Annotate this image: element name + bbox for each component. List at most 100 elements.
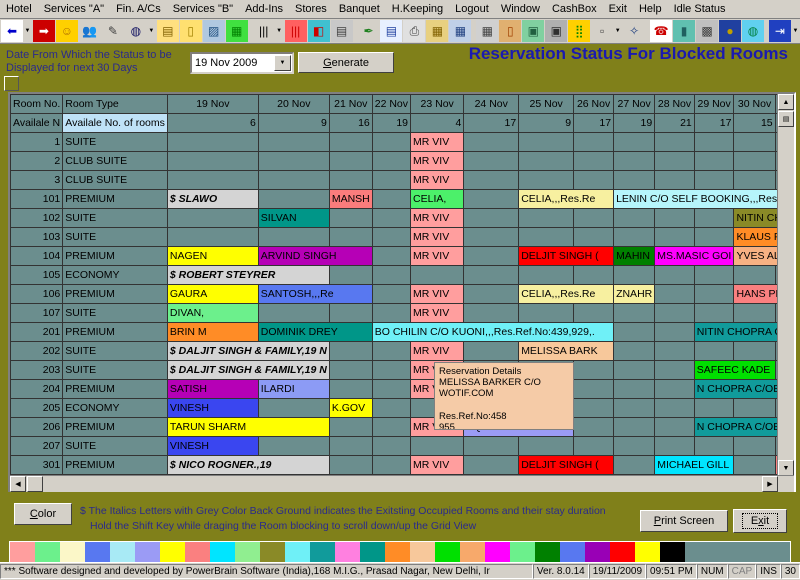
booking-cell[interactable]: K.GOV [328, 398, 373, 418]
empty-cell[interactable] [693, 398, 735, 418]
empty-cell[interactable] [257, 303, 330, 323]
color-swatch-21[interactable] [535, 542, 560, 562]
color-swatch-13[interactable] [335, 542, 360, 562]
empty-cell[interactable] [654, 265, 695, 285]
empty-cell[interactable] [733, 303, 776, 323]
color-swatch-10[interactable] [260, 542, 285, 562]
booking-cell[interactable]: MR VIV [410, 227, 465, 247]
menu-item-fin-a-cs[interactable]: Fin. A/Cs [110, 2, 167, 16]
color-swatch-22[interactable] [560, 542, 585, 562]
color-swatch-4[interactable] [110, 542, 135, 562]
barcode-icon[interactable]: ||| [252, 20, 275, 42]
column-header-22-nov[interactable]: 22 Nov [371, 94, 412, 114]
empty-cell[interactable] [573, 398, 615, 418]
empty-cell[interactable] [328, 132, 373, 152]
calculator-icon[interactable]: ▦ [426, 20, 449, 42]
empty-cell[interactable] [613, 227, 656, 247]
empty-cell[interactable] [328, 170, 373, 190]
empty-cell[interactable] [257, 189, 330, 209]
empty-cell[interactable] [573, 227, 615, 247]
table-row[interactable]: 1 SUITE MR VIV [10, 132, 794, 152]
dropdown-arrow-icon[interactable]: ▼ [791, 21, 800, 41]
menu-item-exit[interactable]: Exit [603, 2, 633, 16]
color-swatch-25[interactable] [635, 542, 660, 562]
empty-cell[interactable] [613, 379, 656, 399]
table-row[interactable]: 203 SUITE $ DALJIT SINGH & FAMILY,19 N MR V… [10, 360, 794, 380]
empty-cell[interactable] [613, 170, 656, 190]
empty-cell[interactable] [613, 436, 656, 456]
empty-cell[interactable] [371, 151, 412, 171]
table-row[interactable]: 201 PREMIUM BRIN M DOMINIK DREY BO CHILIN C/… [10, 322, 794, 342]
empty-cell[interactable] [573, 132, 615, 152]
empty-cell[interactable] [371, 208, 412, 228]
booking-cell[interactable]: MELISSA BARK [518, 341, 615, 361]
empty-cell[interactable] [654, 379, 695, 399]
empty-cell[interactable] [257, 170, 330, 190]
booking-cell[interactable]: $ ROBERT STEYRER [166, 265, 330, 285]
empty-cell[interactable] [463, 132, 520, 152]
booking-cell[interactable]: CELIA, [410, 189, 465, 209]
empty-cell[interactable] [518, 132, 575, 152]
empty-cell[interactable] [613, 208, 656, 228]
group-icon[interactable]: 👥 [78, 20, 101, 42]
booking-cell[interactable]: VINESH [166, 436, 259, 456]
table-icon[interactable]: ▦ [476, 20, 499, 42]
color-swatch-17[interactable] [435, 542, 460, 562]
dropdown-arrow-icon[interactable]: ▼ [23, 21, 32, 41]
empty-cell[interactable] [463, 170, 520, 190]
empty-cell[interactable] [257, 398, 330, 418]
column-header-25-nov[interactable]: 25 Nov [518, 94, 575, 114]
empty-cell[interactable] [166, 227, 259, 247]
empty-cell[interactable] [613, 455, 656, 475]
empty-cell[interactable] [328, 303, 373, 323]
book-icon[interactable]: ▮ [673, 20, 696, 42]
empty-cell[interactable] [654, 360, 695, 380]
empty-cell[interactable] [573, 417, 615, 437]
grid-vertical-scrollbar[interactable]: ▲ ▤ ▼ [777, 94, 794, 476]
red-bars-icon[interactable]: ||| [284, 20, 307, 42]
empty-cell[interactable] [328, 151, 373, 171]
generate-button[interactable]: Generate [298, 52, 394, 73]
monitor-icon[interactable]: ▣ [545, 20, 568, 42]
empty-cell[interactable] [371, 417, 412, 437]
booking-cell[interactable]: MS.MASIC GOI [654, 246, 735, 266]
empty-cell[interactable] [733, 436, 776, 456]
table-row[interactable]: 102SUITESILVANMR VIVNITIN CHOPARA C/OBHA… [10, 208, 794, 228]
empty-cell[interactable] [654, 398, 695, 418]
menu-item-hotel[interactable]: Hotel [0, 2, 38, 16]
empty-cell[interactable] [613, 265, 656, 285]
empty-cell[interactable] [463, 436, 520, 456]
world-icon[interactable]: ◍ [742, 20, 764, 42]
column-header-20-nov[interactable]: 20 Nov [257, 94, 330, 114]
booking-cell[interactable]: SILVAN [257, 208, 330, 228]
empty-cell[interactable] [166, 132, 259, 152]
empty-cell[interactable] [463, 151, 520, 171]
id-card-icon[interactable]: ▣ [522, 20, 545, 42]
booking-cell[interactable]: MR VIV [410, 303, 465, 323]
empty-cell[interactable] [613, 360, 656, 380]
scroll-down-icon[interactable]: ▼ [778, 460, 794, 476]
booking-cell[interactable]: MR VIV [410, 455, 465, 475]
empty-cell[interactable] [733, 398, 776, 418]
booking-cell[interactable]: MR VIV [410, 284, 465, 304]
empty-cell[interactable] [463, 208, 520, 228]
table-row[interactable]: 2 CLUB SUITE MR VIV [10, 151, 794, 171]
empty-cell[interactable] [613, 303, 656, 323]
empty-cell[interactable] [573, 265, 615, 285]
empty-cell[interactable] [573, 436, 615, 456]
empty-cell[interactable] [166, 208, 259, 228]
key-icon[interactable]: ✎ [101, 20, 124, 42]
column-header-24-nov[interactable]: 24 Nov [463, 94, 520, 114]
column-header-28-nov[interactable]: 28 Nov [654, 94, 695, 114]
vertical-scroll-thumb[interactable]: ▤ [778, 111, 794, 127]
empty-cell[interactable] [371, 132, 412, 152]
menu-item-idle-status[interactable]: Idle Status [668, 2, 732, 16]
empty-cell[interactable] [693, 284, 735, 304]
booking-cell[interactable]: BO CHILIN C/O KUONI,,,Res.Ref.No:439,929… [371, 322, 615, 342]
menu-item-cashbox[interactable]: CashBox [546, 2, 603, 16]
menu-item-services-a[interactable]: Services "A" [38, 2, 110, 16]
color-legend-swatches[interactable] [9, 541, 791, 563]
table-row[interactable]: 207 SUITE VINESH [10, 436, 794, 456]
empty-cell[interactable] [328, 455, 373, 475]
table-row[interactable]: 301 PREMIUM $ NICO ROGNER.,19 MR VIV DELJIT … [10, 455, 794, 475]
